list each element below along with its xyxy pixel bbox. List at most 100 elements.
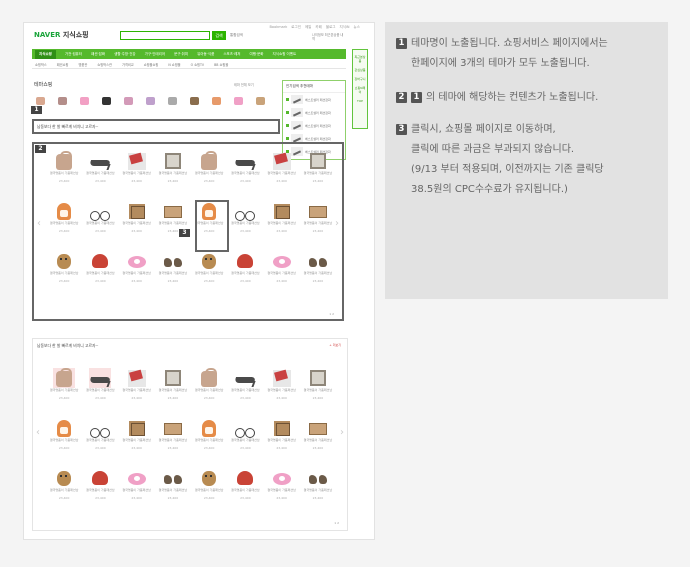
product-title[interactable]: 결국명품이 가품패션남 xyxy=(264,171,300,176)
product-image[interactable] xyxy=(53,201,75,221)
product-item[interactable]: 결국명품이 가품패션남 23,400 xyxy=(300,151,336,193)
product-image[interactable] xyxy=(53,418,75,438)
product-title[interactable]: 결국명품이 가품패션남 xyxy=(300,388,336,393)
product-item[interactable]: 결국명품이 가품패션남 23,400 xyxy=(264,418,300,460)
product-image[interactable] xyxy=(271,151,293,171)
search-input[interactable] xyxy=(120,31,210,40)
product-title[interactable]: 결국명품이 가품패션남 xyxy=(300,171,336,176)
sub-nav-item[interactable]: 쇼핑몰쇼핑 xyxy=(144,62,159,67)
prev-arrow-icon[interactable]: ‹ xyxy=(36,427,40,438)
theme-tab-icon[interactable] xyxy=(190,97,199,105)
product-image[interactable] xyxy=(126,468,148,488)
product-image[interactable] xyxy=(307,468,329,488)
product-title[interactable]: 결국명품이 가품패션남 xyxy=(155,171,191,176)
product-item[interactable]: 결국명품이 가품패션남 23,400 xyxy=(119,418,155,460)
next-arrow-icon[interactable]: › xyxy=(340,427,344,438)
product-title[interactable]: 결국명품이 가품패션남 xyxy=(300,271,336,276)
prev-arrow-icon[interactable]: ‹ xyxy=(37,218,41,229)
product-item[interactable]: 결국명품이 가품패션남 23,400 xyxy=(82,368,118,410)
product-item[interactable]: 결국명품이 가품패션남 23,400 xyxy=(264,201,300,243)
product-title[interactable]: 결국명품이 가품패션남 xyxy=(155,221,191,226)
product-item[interactable]: 결국명품이 가품패션남 23,400 xyxy=(300,468,336,510)
product-title[interactable]: 결국명품이 가품패션남 xyxy=(46,271,82,276)
integrated-search-link[interactable]: 통합검색 xyxy=(230,33,243,38)
product-image[interactable] xyxy=(198,418,220,438)
sub-nav-item[interactable]: O 쇼핑TV xyxy=(191,62,205,67)
product-item[interactable]: 결국명품이 가품패션남 23,400 xyxy=(119,151,155,193)
popup-item[interactable]: 베스트셀러 패션잡화 xyxy=(283,93,345,106)
util-link[interactable]: 뉴스 xyxy=(354,25,360,30)
quick-nav-item[interactable]: TOP xyxy=(354,99,366,103)
product-item[interactable]: 결국명품이 가품패션남 23,400 xyxy=(82,151,118,193)
product-image[interactable] xyxy=(89,418,111,438)
product-item[interactable]: 결국명품이 가품패션남 23,400 xyxy=(46,251,82,293)
product-image[interactable] xyxy=(162,468,184,488)
theme-tab-icon[interactable] xyxy=(212,97,221,105)
product-item[interactable]: 결국명품이 가품패션남 23,400 xyxy=(300,418,336,460)
product-image[interactable] xyxy=(271,251,293,271)
paging-dots[interactable]: 1 2 xyxy=(334,521,339,525)
theme-tab-icon[interactable] xyxy=(146,97,155,105)
product-image[interactable] xyxy=(271,418,293,438)
product-title[interactable]: 결국명품이 가품패션남 xyxy=(46,488,82,493)
product-title[interactable]: 결국명품이 가품패션남 xyxy=(46,388,82,393)
popup-item[interactable]: 베스트셀러 패션잡화 xyxy=(283,106,345,119)
product-image[interactable] xyxy=(234,251,256,271)
product-title[interactable]: 결국명품이 가품패션남 xyxy=(227,171,263,176)
product-item[interactable]: 결국명품이 가품패션남 23,400 xyxy=(155,468,191,510)
gnb-item[interactable]: 가구·인테리어 xyxy=(145,52,165,57)
product-image[interactable] xyxy=(307,251,329,271)
product-title[interactable]: 결국명품이 가품패션남 xyxy=(119,171,155,176)
product-title[interactable]: 결국명품이 가품패션남 xyxy=(82,388,118,393)
product-image[interactable] xyxy=(271,201,293,221)
section2-more-link[interactable]: + 더보기 xyxy=(329,343,341,347)
naver-logo[interactable]: NAVER 지식쇼핑 xyxy=(34,30,89,40)
quick-nav-item[interactable]: 쇼핑N페이 xyxy=(354,86,366,94)
product-item[interactable]: 결국명품이 가품패션남 23,400 xyxy=(227,418,263,460)
product-image[interactable] xyxy=(271,368,293,388)
product-title[interactable]: 결국명품이 가품패션남 xyxy=(82,271,118,276)
product-item[interactable]: 결국명품이 가품패션남 23,400 xyxy=(119,468,155,510)
product-image[interactable] xyxy=(307,201,329,221)
product-item[interactable]: 결국명품이 가품패션남 23,400 xyxy=(46,201,82,243)
product-title[interactable]: 결국명품이 가품패션남 xyxy=(46,171,82,176)
product-item[interactable]: 결국명품이 가품패션남 23,400 xyxy=(46,151,82,193)
product-image[interactable] xyxy=(234,368,257,388)
product-item[interactable]: 결국명품이 가품패션남 23,400 xyxy=(82,251,118,293)
gnb-item[interactable]: 지식쇼핑 이벤트 xyxy=(273,52,297,57)
product-item[interactable]: 결국명품이 가품패션남 23,400 xyxy=(82,418,118,460)
product-title[interactable]: 결국명품이 가품패션남 xyxy=(300,438,336,443)
product-image[interactable] xyxy=(126,151,148,171)
product-image[interactable] xyxy=(89,468,111,488)
product-title[interactable]: 결국명품이 가품패션남 xyxy=(155,388,191,393)
product-title[interactable]: 결국명품이 가품패션남 xyxy=(119,438,155,443)
product-title[interactable]: 결국명품이 가품패션남 xyxy=(191,271,227,276)
product-item[interactable]: 결국명품이 가품패션남 23,400 xyxy=(300,201,336,243)
product-title[interactable]: 결국명품이 가품패션남 xyxy=(119,221,155,226)
product-image[interactable] xyxy=(198,251,220,271)
util-link[interactable]: 메일 xyxy=(305,25,311,30)
product-item[interactable]: 결국명품이 가품패션남 23,400 xyxy=(264,368,300,410)
product-title[interactable]: 결국명품이 가품패션남 xyxy=(264,221,300,226)
search-button[interactable]: 검색 xyxy=(212,31,226,40)
product-item[interactable]: 결국명품이 가품패션남 23,400 xyxy=(227,251,263,293)
product-image[interactable] xyxy=(126,368,148,388)
util-link[interactable]: Bookmark xyxy=(270,25,288,30)
theme-tab-icon[interactable] xyxy=(36,97,45,105)
theme-tab-icon[interactable] xyxy=(256,97,265,105)
sub-nav-item[interactable]: 명품관 xyxy=(78,62,87,67)
product-item[interactable]: 결국명품이 가품패션남 23,400 xyxy=(191,418,227,460)
theme-all-link[interactable]: 테마 전체 보기 xyxy=(234,82,254,87)
product-image[interactable] xyxy=(89,151,112,171)
product-image[interactable] xyxy=(126,251,148,271)
product-item[interactable]: 결국명품이 가품패션남 23,400 xyxy=(227,151,263,193)
quick-nav-item[interactable]: 최근본상품 xyxy=(354,55,366,63)
product-item[interactable]: 결국명품이 가품패션남 23,400 xyxy=(264,151,300,193)
product-item[interactable]: 결국명품이 가품패션남 23,400 xyxy=(155,251,191,293)
product-image[interactable] xyxy=(53,151,75,171)
util-link[interactable]: 블로그 xyxy=(326,25,336,30)
sub-nav-item[interactable]: N 쇼핑몰 xyxy=(168,62,180,67)
product-title[interactable]: 결국명품이 가품패션남 xyxy=(82,488,118,493)
product-image[interactable] xyxy=(126,201,148,221)
product-title[interactable]: 결국명품이 가품패션남 xyxy=(227,271,263,276)
